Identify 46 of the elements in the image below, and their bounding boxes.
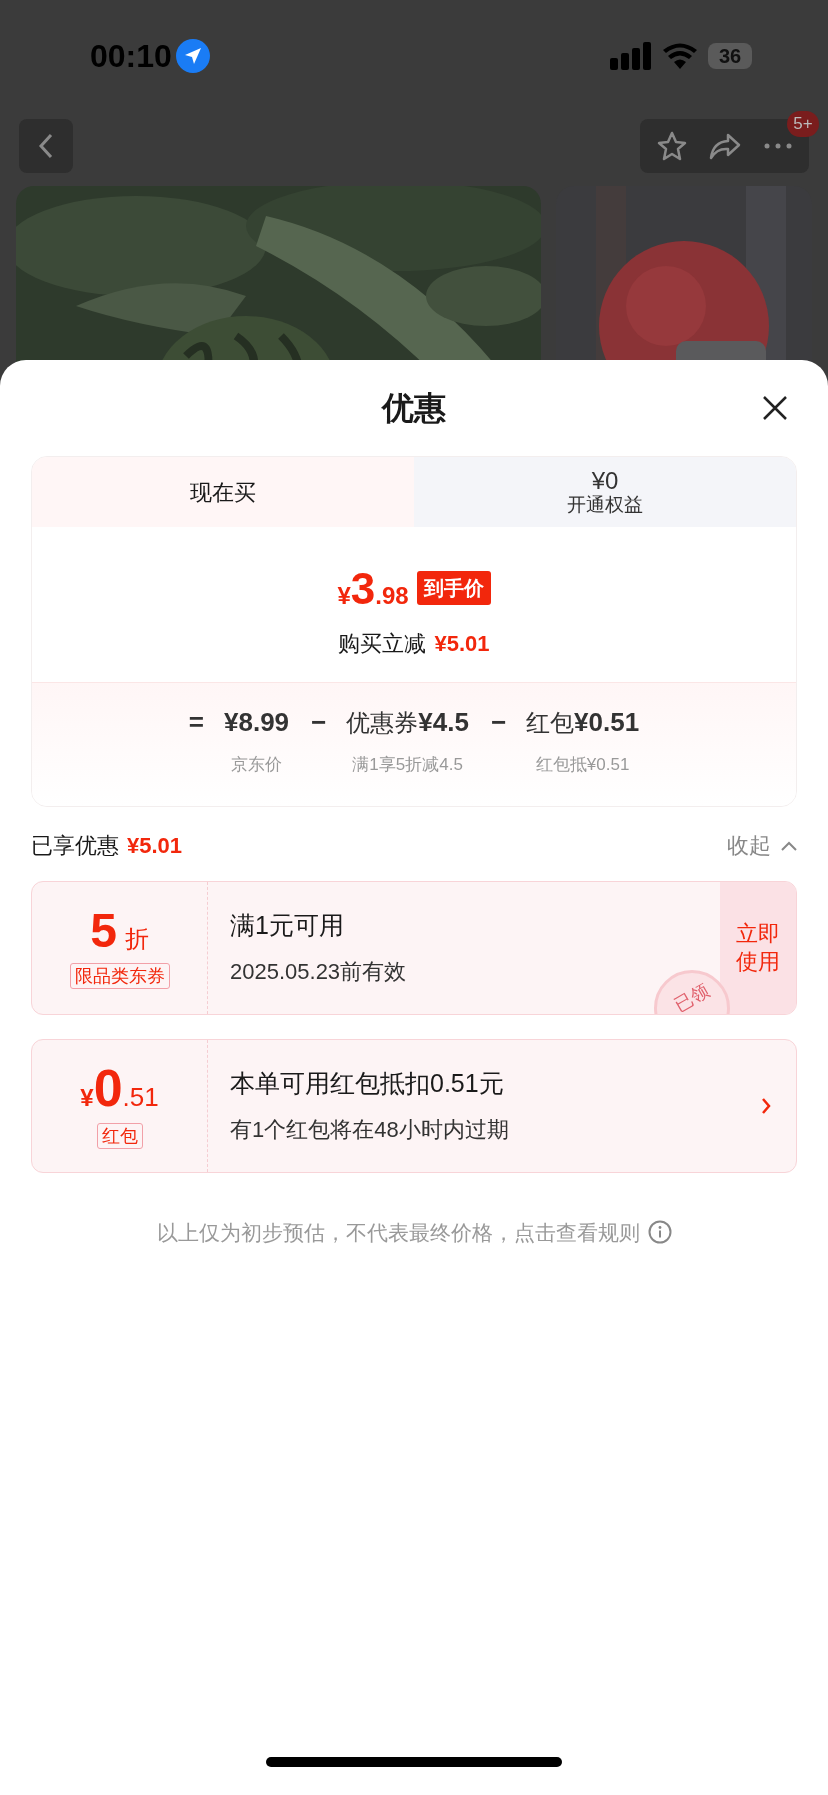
breakdown-amount: ¥4.5 xyxy=(418,706,469,739)
claimed-stamp: 已领 xyxy=(654,969,730,1014)
breakdown-note: 红包抵¥0.51 xyxy=(535,754,630,776)
collapse-button[interactable]: 收起 xyxy=(727,829,797,862)
more-icon[interactable] xyxy=(763,143,792,149)
operator: = xyxy=(188,706,204,739)
operator: − xyxy=(490,706,507,739)
back-icon xyxy=(38,133,54,159)
breakdown-label: 红包 xyxy=(526,708,575,738)
notification-badge: 5+ xyxy=(787,111,819,137)
coupon-title: 本单可用红包抵扣0.51元 xyxy=(230,1068,505,1100)
coupon-value: ¥0.51 xyxy=(80,1062,159,1117)
back-button[interactable] xyxy=(19,119,73,173)
coupon-card[interactable]: ¥0.51 红包 本单可用红包抵扣0.51元 有1个红包将在48小时内过期 xyxy=(31,1038,797,1173)
tab[interactable]: 现在买 xyxy=(32,457,414,527)
coupon-card[interactable]: 5 折 限品类东券 满1元可用 2025.05.23前有效 已领 立即使用 xyxy=(31,880,797,1015)
share-icon[interactable] xyxy=(709,132,742,160)
star-icon[interactable] xyxy=(657,131,688,161)
breakdown-note: 满1享5折减4.5 xyxy=(352,754,463,776)
coupon-subtitle: 有1个红包将在48小时内过期 xyxy=(230,1115,510,1144)
coupon-tag: 限品类东券 xyxy=(69,962,170,989)
wifi-icon xyxy=(662,43,698,69)
tab[interactable]: ¥0 开通权益 xyxy=(414,457,796,527)
coupon-subtitle: 2025.05.23前有效 xyxy=(230,957,408,986)
coupon-value: 5 折 xyxy=(90,906,149,957)
breakdown-amount: ¥8.99 xyxy=(224,706,290,739)
chevron-icon xyxy=(781,840,797,851)
summary-label: 已享优惠 xyxy=(31,832,119,860)
status-time: 00:10 xyxy=(90,37,172,76)
coupon-tag: 红包 xyxy=(96,1123,143,1149)
info-icon[interactable] xyxy=(647,1220,672,1245)
breakdown-label: 优惠券 xyxy=(346,708,419,738)
breakdown-note: 京东价 xyxy=(231,754,283,776)
signal-icon xyxy=(610,42,652,70)
final-price: ¥3.98 xyxy=(337,567,409,611)
price-tag: 到手价 xyxy=(416,571,491,605)
location-icon xyxy=(175,39,210,73)
sheet-title: 优惠 xyxy=(382,389,446,428)
operator: − xyxy=(311,706,327,739)
savings-amount: ¥5.01 xyxy=(434,630,490,658)
chevron-right-icon xyxy=(761,1096,771,1115)
battery-level: 36 xyxy=(718,44,742,69)
breakdown-amount: ¥0.51 xyxy=(574,706,640,739)
savings-label: 购买立减 xyxy=(338,630,427,658)
summary-amount: ¥5.01 xyxy=(127,832,183,860)
coupon-title: 满1元可用 xyxy=(230,910,345,942)
